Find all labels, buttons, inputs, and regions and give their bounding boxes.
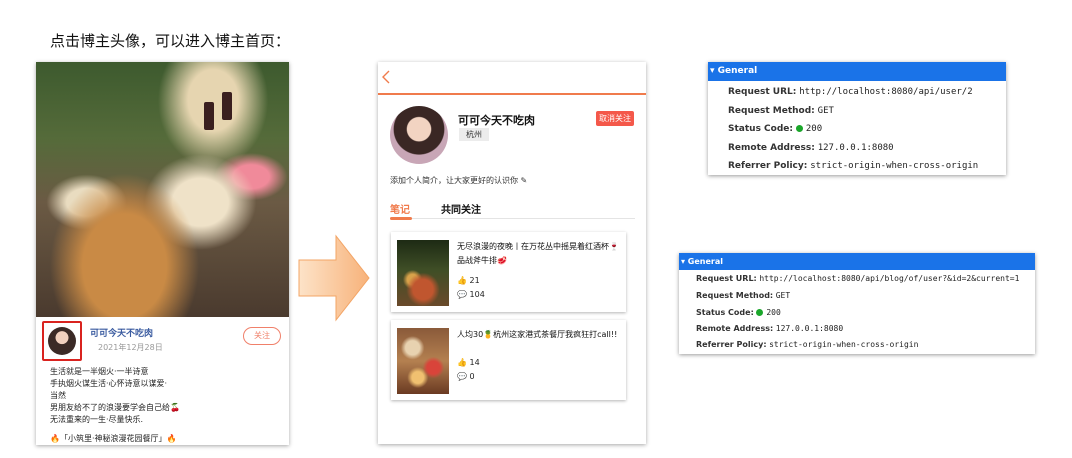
tab-common-follow[interactable]: 共同关注	[441, 201, 481, 216]
row-key: Remote Address:	[696, 324, 774, 333]
note-title[interactable]: 人均30🍍杭州这家港式茶餐厅我疯狂打call!!	[457, 328, 622, 342]
row-key: Remote Address:	[728, 143, 815, 153]
row-value: 127.0.0.1:8080	[817, 143, 894, 153]
back-arrow-icon[interactable]	[381, 70, 391, 84]
request-url-row: Request URL: http://localhost:8080/api/u…	[728, 87, 973, 97]
note-title[interactable]: 无尽浪漫的夜晚丨在万花丛中摇晃着红酒杯🍷品战斧牛排🥩	[457, 240, 622, 268]
row-value: http://localhost:8080/api/blog/of/user?&…	[759, 274, 1020, 283]
unfollow-button[interactable]: 取消关注	[596, 111, 634, 126]
remote-address-row: Remote Address: 127.0.0.1:8080	[728, 143, 894, 153]
row-value: 200	[766, 308, 781, 317]
row-key: Request URL:	[728, 87, 797, 97]
request-url-row: Request URL: http://localhost:8080/api/b…	[696, 274, 1019, 283]
follow-button[interactable]: 关注	[243, 327, 281, 345]
list-item[interactable]: 人均30🍍杭州这家港式茶餐厅我疯狂打call!! 👍 14 💬 0	[391, 320, 626, 400]
row-key: Request URL:	[696, 274, 757, 283]
panel-header[interactable]: ▾ General	[708, 62, 1006, 81]
blog-post-card: 可可今天不吃肉 2021年12月28日 关注 生活就是一半烟火·一半诗意 手执烟…	[36, 62, 289, 445]
row-value: GET	[817, 106, 834, 116]
page-heading: 点击博主头像，可以进入博主首页：	[50, 32, 291, 50]
row-key: Status Code:	[696, 308, 754, 317]
status-code-row: Status Code: 200	[728, 124, 822, 134]
thumbs-up-icon[interactable]: 👍	[457, 276, 467, 285]
list-item[interactable]: 无尽浪漫的夜晚丨在万花丛中摇晃着红酒杯🍷品战斧牛排🥩 👍 21 💬 104	[391, 232, 626, 312]
comment-value: 0	[469, 372, 475, 381]
post-line: 生活就是一半烟火·一半诗意	[50, 367, 149, 376]
tab-divider	[390, 218, 635, 219]
row-value: http://localhost:8080/api/user/2	[799, 87, 973, 97]
post-line: 男朋友给不了的浪漫要学会自己给🍒	[50, 403, 180, 412]
avatar[interactable]	[48, 327, 76, 355]
post-line: 无法重来的一生·尽量快乐.	[50, 415, 144, 424]
post-line: 🔥「小筑里·神秘浪漫花园餐厅」🔥	[50, 434, 177, 443]
like-value: 14	[469, 358, 480, 367]
comment-icon[interactable]: 💬	[457, 372, 467, 381]
comment-count[interactable]: 💬 0	[457, 372, 475, 381]
request-method-row: Request Method: GET	[728, 106, 834, 116]
post-line: 当然	[50, 391, 66, 400]
blogger-home-card: 可可今天不吃肉 杭州 取消关注 添加个人简介，让大家更好的认识你 ✎ 笔记 共同…	[378, 62, 646, 444]
post-photo	[36, 62, 289, 317]
post-content: 生活就是一半烟火·一半诗意 手执烟火谋生活·心怀诗意以谋爱· 当然 男朋友给不了…	[50, 366, 180, 426]
like-count[interactable]: 👍 14	[457, 358, 480, 367]
like-count[interactable]: 👍 21	[457, 276, 480, 285]
row-key: Referrer Policy:	[696, 340, 767, 349]
post-date: 2021年12月28日	[98, 343, 163, 352]
row-key: Status Code:	[728, 124, 793, 134]
arrow-right-icon	[298, 234, 370, 322]
avatar	[390, 106, 448, 164]
row-value: 200	[805, 124, 823, 134]
tab-active-indicator	[390, 217, 412, 220]
row-value: GET	[775, 291, 791, 300]
nav-bar	[378, 62, 646, 95]
blogger-avatar-highlight[interactable]	[42, 321, 82, 361]
referrer-policy-row: Referrer Policy: strict-origin-when-cros…	[696, 340, 918, 349]
like-value: 21	[469, 276, 480, 285]
post-author-name[interactable]: 可可今天不吃肉	[90, 326, 153, 339]
row-key: Request Method:	[696, 291, 774, 300]
profile-intro[interactable]: 添加个人简介，让大家更好的认识你 ✎	[390, 175, 527, 186]
row-key: Request Method:	[728, 106, 815, 116]
comment-count[interactable]: 💬 104	[457, 290, 485, 299]
request-method-row: Request Method: GET	[696, 291, 790, 300]
blogger-name: 可可今天不吃肉	[458, 114, 535, 127]
thumbs-up-icon[interactable]: 👍	[457, 358, 467, 367]
comment-value: 104	[469, 290, 485, 299]
remote-address-row: Remote Address: 127.0.0.1:8080	[696, 324, 843, 333]
city-tag: 杭州	[459, 128, 489, 141]
status-code-row: Status Code: 200	[696, 308, 781, 317]
row-value: 127.0.0.1:8080	[775, 324, 844, 333]
panel-header[interactable]: ▾ General	[679, 253, 1035, 270]
note-thumbnail[interactable]	[397, 328, 449, 394]
row-value: strict-origin-when-cross-origin	[810, 161, 979, 171]
request-general-panel: ▾ General Request URL: http://localhost:…	[708, 62, 1006, 175]
note-thumbnail[interactable]	[397, 240, 449, 306]
row-value: strict-origin-when-cross-origin	[769, 340, 919, 349]
referrer-policy-row: Referrer Policy: strict-origin-when-cros…	[728, 161, 978, 171]
row-key: Referrer Policy:	[728, 161, 808, 171]
tab-notes[interactable]: 笔记	[390, 201, 410, 216]
comment-icon[interactable]: 💬	[457, 290, 467, 299]
post-line: 手执烟火谋生活·心怀诗意以谋爱·	[50, 379, 168, 388]
status-dot-icon	[756, 309, 764, 316]
status-dot-icon	[795, 125, 803, 132]
request-general-panel: ▾ General Request URL: http://localhost:…	[679, 253, 1035, 354]
